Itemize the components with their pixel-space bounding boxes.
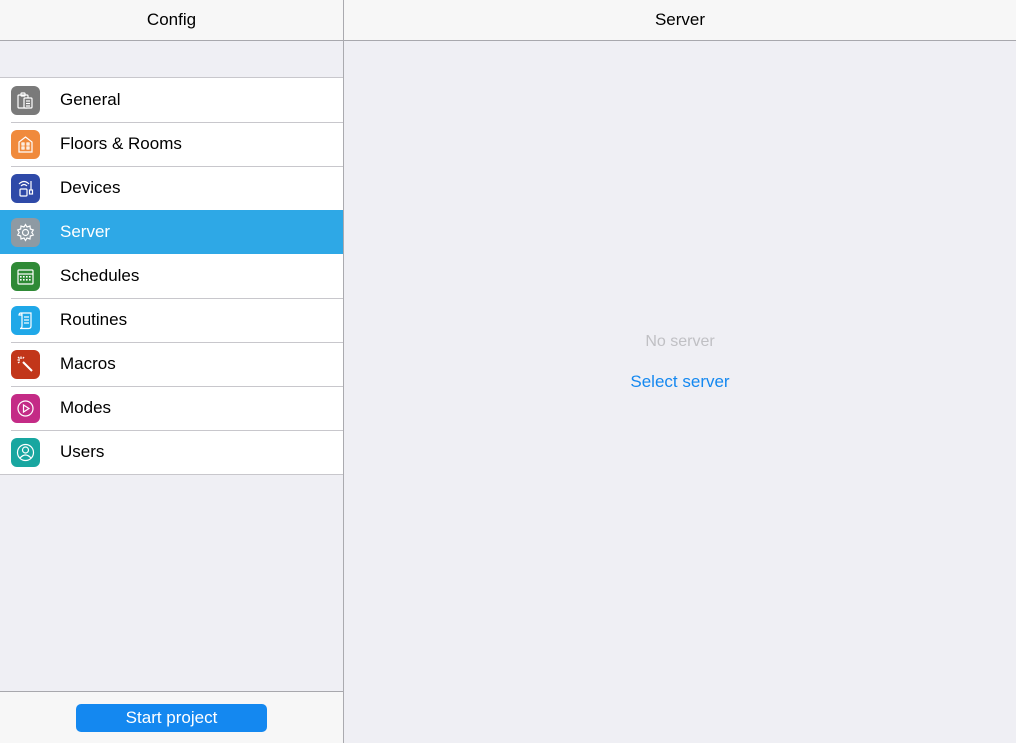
menu-item-label: Devices: [60, 178, 121, 197]
menu-item-users[interactable]: Users: [0, 430, 343, 474]
menu-item-label: Routines: [60, 310, 128, 329]
user-icon: [11, 438, 40, 467]
config-header: Config: [0, 0, 343, 41]
config-title: Config: [146, 10, 197, 29]
start-project-button[interactable]: Start project: [76, 703, 267, 732]
menu-item-general[interactable]: General: [0, 78, 343, 122]
menu-item-label: Users: [60, 442, 105, 461]
no-server-message: No server: [645, 333, 715, 350]
scroll-icon: [11, 306, 40, 335]
calendar-icon: [11, 262, 40, 291]
menu-item-label: Modes: [60, 398, 112, 417]
menu-item-server[interactable]: Server: [0, 210, 343, 254]
menu-item-label: Server: [60, 222, 111, 241]
menu-item-routines[interactable]: Routines: [0, 298, 343, 342]
menu-item-label: Schedules: [60, 266, 140, 285]
config-panel: Config General Floors & Rooms Devices Se…: [0, 0, 344, 743]
menu-item-label: Macros: [60, 354, 116, 373]
magic-wand-icon: [11, 350, 40, 379]
menu-item-label: Floors & Rooms: [60, 134, 182, 153]
play-icon: [11, 394, 40, 423]
wireless-device-icon: [11, 174, 40, 203]
server-header: Server: [344, 0, 1016, 41]
building-icon: [11, 130, 40, 159]
menu-item-macros[interactable]: Macros: [0, 342, 343, 386]
server-panel: Server No server Select server: [344, 0, 1016, 743]
gear-icon: [11, 218, 40, 247]
config-menu: General Floors & Rooms Devices Server Sc…: [0, 77, 343, 475]
menu-item-modes[interactable]: Modes: [0, 386, 343, 430]
server-title: Server: [654, 10, 706, 29]
menu-item-devices[interactable]: Devices: [0, 166, 343, 210]
app-window: Config General Floors & Rooms Devices Se…: [0, 0, 1016, 743]
menu-item-label: General: [60, 90, 121, 109]
menu-item-floors-rooms[interactable]: Floors & Rooms: [0, 122, 343, 166]
menu-item-schedules[interactable]: Schedules: [0, 254, 343, 298]
select-server-link[interactable]: Select server: [344, 372, 1016, 392]
clipboard-icon: [11, 86, 40, 115]
config-footer: Start project: [0, 691, 343, 743]
